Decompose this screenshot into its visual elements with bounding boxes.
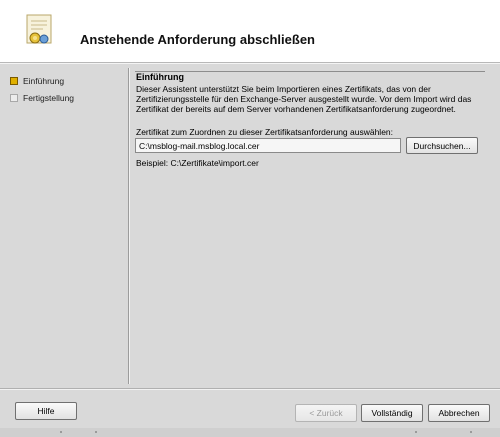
certificate-wizard-icon [26,14,52,44]
step-introduction[interactable]: Einführung [8,72,128,89]
wizard-title: Anstehende Anforderung abschließen [80,32,315,47]
help-button[interactable]: Hilfe [15,402,77,420]
browse-button[interactable]: Durchsuchen... [406,137,478,154]
wizard-header: Anstehende Anforderung abschließen [0,0,500,62]
step-label: Einführung [23,75,65,86]
grip-dot [60,431,62,433]
step-label: Fertigstellung [23,92,75,103]
window-resize-strip [0,428,500,437]
section-title-rule [135,71,485,72]
certificate-path-input[interactable] [135,138,401,153]
footer-divider-highlight [0,389,500,390]
header-divider-highlight [0,63,500,64]
wizard-steps: Einführung Fertigstellung [8,72,128,106]
section-title: Einführung [136,72,184,82]
grip-dot [415,431,417,433]
grip-dot [470,431,472,433]
content-divider-highlight [129,68,130,384]
grip-dot [95,431,97,433]
certificate-field-label: Zertifikat zum Zuordnen zu dieser Zertif… [136,127,394,137]
finish-button[interactable]: Vollständig [361,404,423,422]
cancel-button[interactable]: Abbrechen [428,404,490,422]
example-path-hint: Beispiel: C:\Zertifikate\import.cer [136,158,259,168]
back-button: < Zurück [295,404,357,422]
step-completion[interactable]: Fertigstellung [8,89,128,106]
active-step-marker-icon [10,76,18,85]
wizard-description: Dieser Assistent unterstützt Sie beim Im… [136,84,472,114]
inactive-step-marker-icon [10,93,18,102]
